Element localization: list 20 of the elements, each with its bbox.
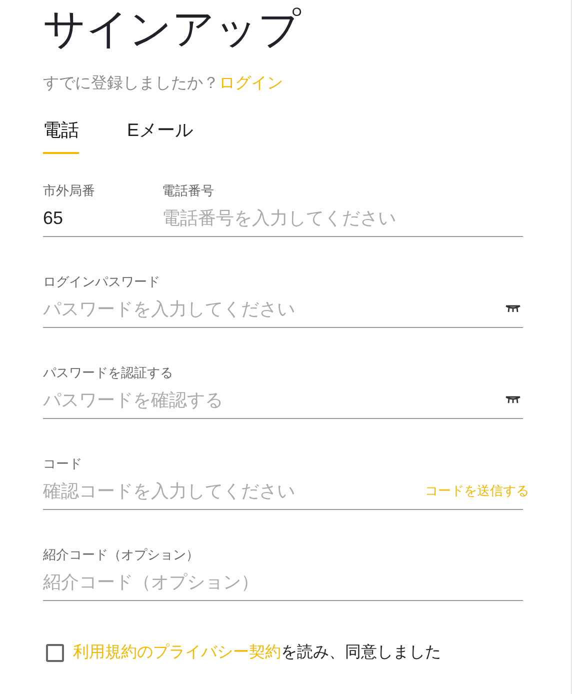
field-label: パスワードを認証する — [43, 364, 173, 382]
field-label: 紹介コード（オプション） — [43, 546, 199, 564]
input-field[interactable]: 電話番号を入力してください — [162, 206, 523, 230]
input-field[interactable]: 確認コードを入力してください — [43, 479, 417, 503]
input-field[interactable]: パスワードを入力してください — [43, 297, 497, 321]
agreement-text: 利用規約のプライバシー契約を読み、同意しました — [73, 642, 441, 663]
field-label: コード — [43, 455, 82, 473]
login-prompt: すでに登録しましたか？ログイン — [43, 74, 283, 94]
tab[interactable]: 電話 — [43, 118, 79, 154]
input-field[interactable]: 65 — [43, 206, 143, 230]
closed-eye-icon[interactable] — [505, 396, 521, 404]
field-label: 市外局番 — [43, 182, 95, 200]
checkbox[interactable] — [46, 644, 64, 662]
field-label: ログインパスワード — [43, 273, 160, 291]
input-field[interactable]: パスワードを確認する — [43, 388, 497, 412]
closed-eye-icon[interactable] — [505, 305, 521, 313]
input-field[interactable]: 紹介コード（オプション） — [43, 570, 523, 594]
field-label: 電話番号 — [162, 182, 214, 200]
page-title: サインアップ — [43, 4, 301, 54]
tab[interactable]: Eメール — [127, 118, 194, 154]
